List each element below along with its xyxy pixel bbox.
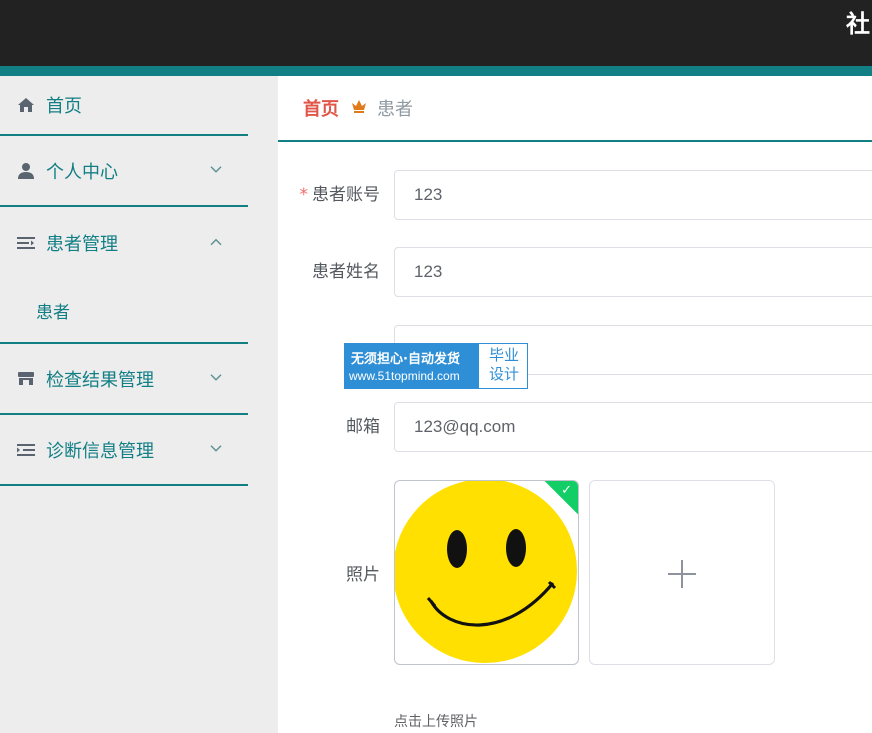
- chevron-up-icon: [210, 234, 222, 249]
- required-mark: *: [299, 185, 309, 205]
- sidebar-item-label: 诊断信息管理: [46, 440, 154, 462]
- watermark-overlay: 无须担心·自动发货 www.51topmind.com 毕业 设计: [344, 343, 528, 389]
- sidebar-item-exam-results[interactable]: 检查结果管理: [0, 344, 248, 415]
- account-label: * 患者账号: [299, 185, 381, 205]
- home-icon: [16, 95, 36, 115]
- sidebar-item-label: 个人中心: [46, 161, 118, 183]
- sidebar-item-personal-center[interactable]: 个人中心: [0, 136, 248, 207]
- crown-icon: [351, 99, 367, 117]
- sidebar-item-diagnosis-info[interactable]: 诊断信息管理: [0, 415, 248, 486]
- watermark-left: 无须担心·自动发货 www.51topmind.com: [345, 344, 479, 388]
- form-row-email: 邮箱: [278, 402, 872, 452]
- chevron-down-icon: [210, 441, 222, 456]
- account-input[interactable]: [394, 170, 872, 220]
- watermark-line2: www.51topmind.com: [349, 369, 460, 383]
- name-label: 患者姓名: [312, 262, 380, 282]
- plus-icon-vertical: [681, 560, 683, 588]
- sidebar-item-patient-management[interactable]: 患者管理: [0, 207, 248, 278]
- app-title: 社: [846, 10, 870, 38]
- photo-thumbnail[interactable]: ✓: [394, 480, 579, 665]
- form-row-account: * 患者账号: [278, 170, 872, 220]
- main-content: 首页 患者 *患者账号 患者姓名 邮箱 照片: [278, 76, 872, 733]
- breadcrumb-current: 患者: [377, 99, 413, 120]
- user-icon: [16, 161, 36, 181]
- chevron-down-icon: [210, 162, 222, 177]
- top-header: 社: [0, 0, 872, 66]
- chevron-down-icon: [210, 370, 222, 385]
- patient-form: *患者账号 患者姓名 邮箱 照片 ✓: [278, 154, 872, 733]
- sidebar-item-home[interactable]: 首页: [0, 76, 248, 136]
- breadcrumb-home[interactable]: 首页: [303, 95, 339, 121]
- sidebar-item-label: 患者管理: [46, 233, 118, 255]
- smiley-face-image: [395, 481, 577, 663]
- list-icon: [16, 233, 36, 253]
- sidebar: 首页 个人中心 患者管理 患者 检查结果管理 诊断信息管理: [0, 76, 248, 733]
- photo-label: 照片: [346, 565, 380, 585]
- form-row-name: 患者姓名: [278, 247, 872, 297]
- name-input[interactable]: [394, 247, 872, 297]
- photo-upload-button[interactable]: [589, 480, 775, 665]
- header-accent-stripe: [0, 66, 872, 76]
- watermark-right: 毕业 设计: [488, 346, 519, 383]
- sidebar-item-label: 检查结果管理: [46, 369, 154, 391]
- email-input[interactable]: [394, 402, 872, 452]
- submenu-patient-management: 患者管理 患者: [0, 207, 248, 344]
- indent-icon: [16, 440, 36, 460]
- email-label: 邮箱: [346, 417, 380, 437]
- shop-icon: [16, 369, 36, 389]
- upload-tip: 点击上传照片: [394, 714, 478, 730]
- sidebar-item-label: 首页: [46, 96, 82, 117]
- watermark-line1: 无须担心·自动发货: [351, 352, 460, 367]
- sidebar-subitem-patient[interactable]: 患者: [0, 278, 248, 342]
- check-icon: ✓: [561, 483, 572, 498]
- breadcrumb: 首页 患者: [278, 76, 872, 142]
